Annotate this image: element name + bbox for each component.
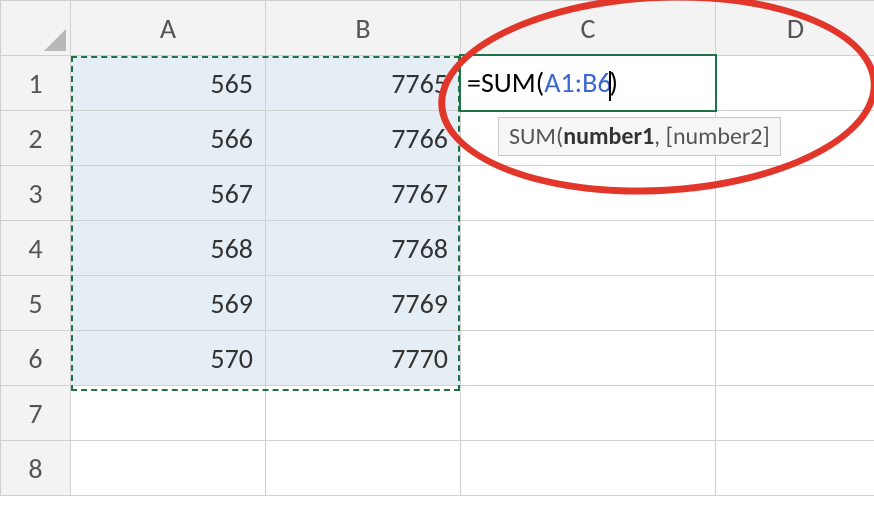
cell-A4[interactable]: 568 xyxy=(71,221,266,276)
select-all-corner[interactable] xyxy=(1,1,71,56)
cell-A6[interactable]: 570 xyxy=(71,331,266,386)
cell-C6[interactable] xyxy=(461,331,716,386)
cell-C4[interactable] xyxy=(461,221,716,276)
cell-A1[interactable]: 565 xyxy=(71,56,266,111)
select-all-icon xyxy=(44,29,66,51)
function-tooltip[interactable]: SUM(number1, [number2] xyxy=(498,117,781,156)
cell-A5[interactable]: 569 xyxy=(71,276,266,331)
cell-C5[interactable] xyxy=(461,276,716,331)
row-header-2[interactable]: 2 xyxy=(1,111,71,166)
cell-A2[interactable]: 566 xyxy=(71,111,266,166)
cell-B7[interactable] xyxy=(266,386,461,441)
cell-B4[interactable]: 7768 xyxy=(266,221,461,276)
col-header-A[interactable]: A xyxy=(71,1,266,56)
cell-D4[interactable] xyxy=(716,221,874,276)
row-header-3[interactable]: 3 xyxy=(1,166,71,221)
formula-suffix: ) xyxy=(610,65,619,100)
col-header-C[interactable]: C xyxy=(461,1,716,56)
cell-A3[interactable]: 567 xyxy=(71,166,266,221)
row-header-1[interactable]: 1 xyxy=(1,56,71,111)
cell-D5[interactable] xyxy=(716,276,874,331)
cell-A8[interactable] xyxy=(71,441,266,496)
row-header-6[interactable]: 6 xyxy=(1,331,71,386)
tooltip-fn-name: SUM xyxy=(509,122,556,151)
cell-C7[interactable] xyxy=(461,386,716,441)
cell-B1[interactable]: 7765 xyxy=(266,56,461,111)
cell-A7[interactable] xyxy=(71,386,266,441)
tooltip-arg1: number1 xyxy=(563,122,654,151)
formula-prefix: =SUM( xyxy=(467,65,544,100)
col-header-B[interactable]: B xyxy=(266,1,461,56)
spreadsheet-grid[interactable]: A B C D 1 565 7765 =SUM(A1:B6) 2 566 776… xyxy=(0,0,874,496)
row-header-5[interactable]: 5 xyxy=(1,276,71,331)
formula-ref: A1:B6 xyxy=(544,65,611,100)
cell-C3[interactable] xyxy=(461,166,716,221)
cell-B8[interactable] xyxy=(266,441,461,496)
cell-C8[interactable] xyxy=(461,441,716,496)
cell-B5[interactable]: 7769 xyxy=(266,276,461,331)
col-header-D[interactable]: D xyxy=(716,1,874,56)
cell-D7[interactable] xyxy=(716,386,874,441)
cell-D8[interactable] xyxy=(716,441,874,496)
cell-C1[interactable]: =SUM(A1:B6) xyxy=(461,56,716,111)
cell-D6[interactable] xyxy=(716,331,874,386)
cell-B6[interactable]: 7770 xyxy=(266,331,461,386)
row-header-8[interactable]: 8 xyxy=(1,441,71,496)
cell-D1[interactable] xyxy=(716,56,874,111)
row-header-7[interactable]: 7 xyxy=(1,386,71,441)
tooltip-rest: , [number2] xyxy=(654,122,770,151)
cell-B2[interactable]: 7766 xyxy=(266,111,461,166)
cell-D3[interactable] xyxy=(716,166,874,221)
cell-B3[interactable]: 7767 xyxy=(266,166,461,221)
row-header-4[interactable]: 4 xyxy=(1,221,71,276)
